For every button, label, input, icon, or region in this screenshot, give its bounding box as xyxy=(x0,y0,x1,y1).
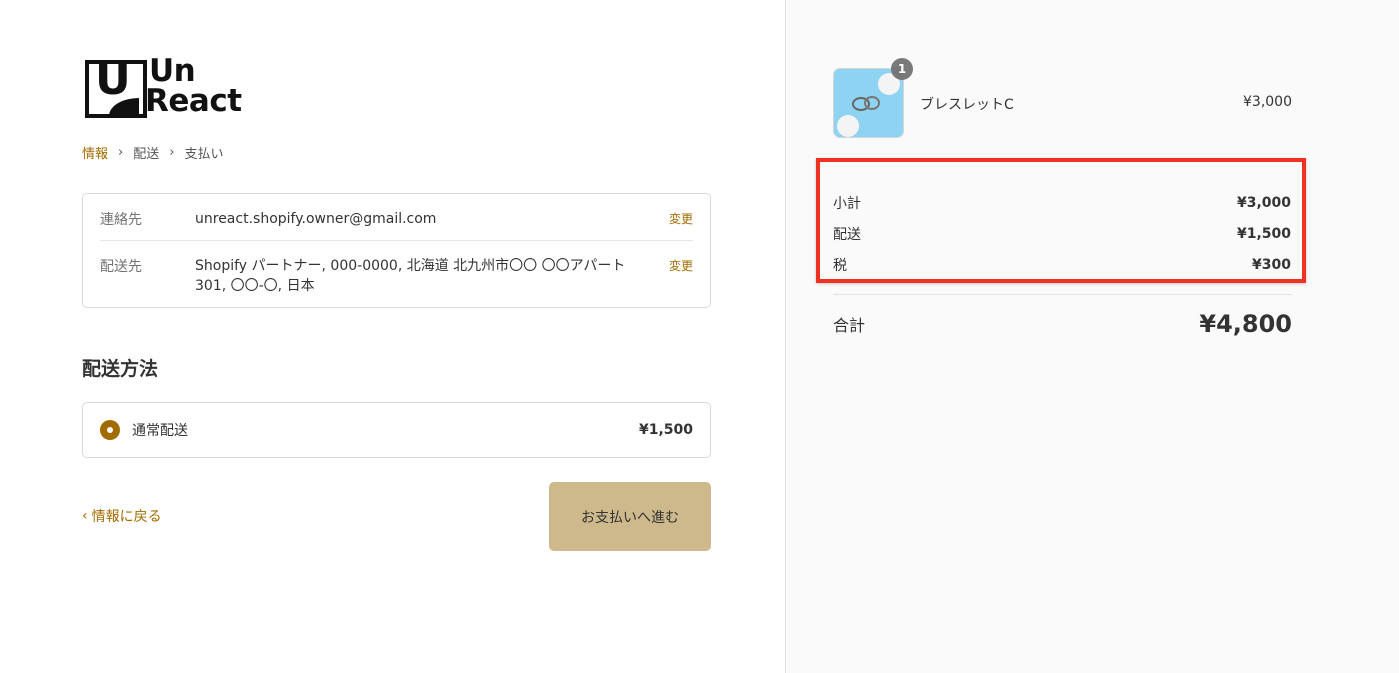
contact-value: unreact.shopify.owner@gmail.com xyxy=(195,211,437,227)
divider xyxy=(833,294,1292,295)
change-address-link[interactable]: 変更 xyxy=(653,256,693,296)
order-summary: 1 ブレスレットC ¥3,000 小計 ¥3,000 配送 ¥1,500 税 ¥… xyxy=(785,0,1399,673)
logo-text: Un React xyxy=(145,53,242,119)
continue-to-payment-button[interactable]: お支払いへ進む xyxy=(549,482,711,551)
shipping-option-price: ¥1,500 xyxy=(638,422,693,438)
change-contact-link[interactable]: 変更 xyxy=(653,209,693,229)
logo-line2: React xyxy=(145,83,242,119)
product-price: ¥3,000 xyxy=(1243,94,1292,110)
cost-breakdown: 小計 ¥3,000 配送 ¥1,500 税 ¥300 xyxy=(833,187,1291,280)
product-image xyxy=(833,68,904,138)
ship-to-value: Shopify パートナー, 000-0000, 北海道 北九州市〇〇 〇〇アパ… xyxy=(195,258,626,294)
contact-label: 連絡先 xyxy=(100,212,142,228)
tax-label: 税 xyxy=(833,257,847,274)
ship-to-label: 配送先 xyxy=(100,259,142,275)
breadcrumb: 情報 › 配送 › 支払い xyxy=(82,143,223,162)
main-panel: U Un React 情報 › 配送 › 支払い 連絡先 unreact.sho… xyxy=(0,0,785,673)
logo-line1: Un xyxy=(149,53,196,89)
review-box: 連絡先 unreact.shopify.owner@gmail.com 変更 配… xyxy=(82,193,711,308)
chevron-right-icon: › xyxy=(169,145,175,160)
shipping-option-name: 通常配送 xyxy=(132,423,188,439)
breadcrumb-info[interactable]: 情報 xyxy=(82,143,108,162)
ring-shape xyxy=(864,96,880,110)
radio-selected[interactable] xyxy=(100,420,120,440)
logo[interactable]: U Un React xyxy=(85,54,260,122)
shipping-option[interactable]: 通常配送 ¥1,500 xyxy=(82,402,711,458)
shipping-row: 配送 ¥1,500 xyxy=(833,218,1291,249)
logo-mark: U xyxy=(85,54,147,118)
tax-row: 税 ¥300 xyxy=(833,249,1291,280)
subtotal-label: 小計 xyxy=(833,195,861,212)
chevron-left-icon: ‹ xyxy=(82,508,88,524)
breadcrumb-shipping: 配送 xyxy=(133,147,160,162)
breadcrumb-payment: 支払い xyxy=(184,147,224,162)
total-label: 合計 xyxy=(833,316,866,335)
chevron-right-icon: › xyxy=(118,145,124,160)
product-name: ブレスレットC xyxy=(920,97,1014,113)
tax-value: ¥300 xyxy=(1252,256,1291,273)
quantity-badge: 1 xyxy=(891,58,913,80)
subtotal-row: 小計 ¥3,000 xyxy=(833,187,1291,218)
shipping-value: ¥1,500 xyxy=(1236,225,1291,242)
return-to-info-label: 情報に戻る xyxy=(91,509,162,525)
flower-decoration xyxy=(837,115,859,137)
contact-row: 連絡先 unreact.shopify.owner@gmail.com 変更 xyxy=(100,209,693,229)
radio-dot xyxy=(107,427,113,433)
total-value: ¥4,800 xyxy=(1199,310,1292,338)
logo-letter: U xyxy=(95,54,131,105)
divider xyxy=(100,240,693,241)
shipping-method-title: 配送方法 xyxy=(82,358,159,380)
total-row: 合計 ¥4,800 xyxy=(833,310,1292,338)
subtotal-value: ¥3,000 xyxy=(1236,194,1291,211)
product-line: 1 ブレスレットC ¥3,000 xyxy=(833,58,1292,138)
return-to-info-link[interactable]: ‹ 情報に戻る xyxy=(82,506,162,526)
shipping-label: 配送 xyxy=(833,226,861,243)
ship-to-row: 配送先 Shopify パートナー, 000-0000, 北海道 北九州市〇〇 … xyxy=(100,256,693,296)
